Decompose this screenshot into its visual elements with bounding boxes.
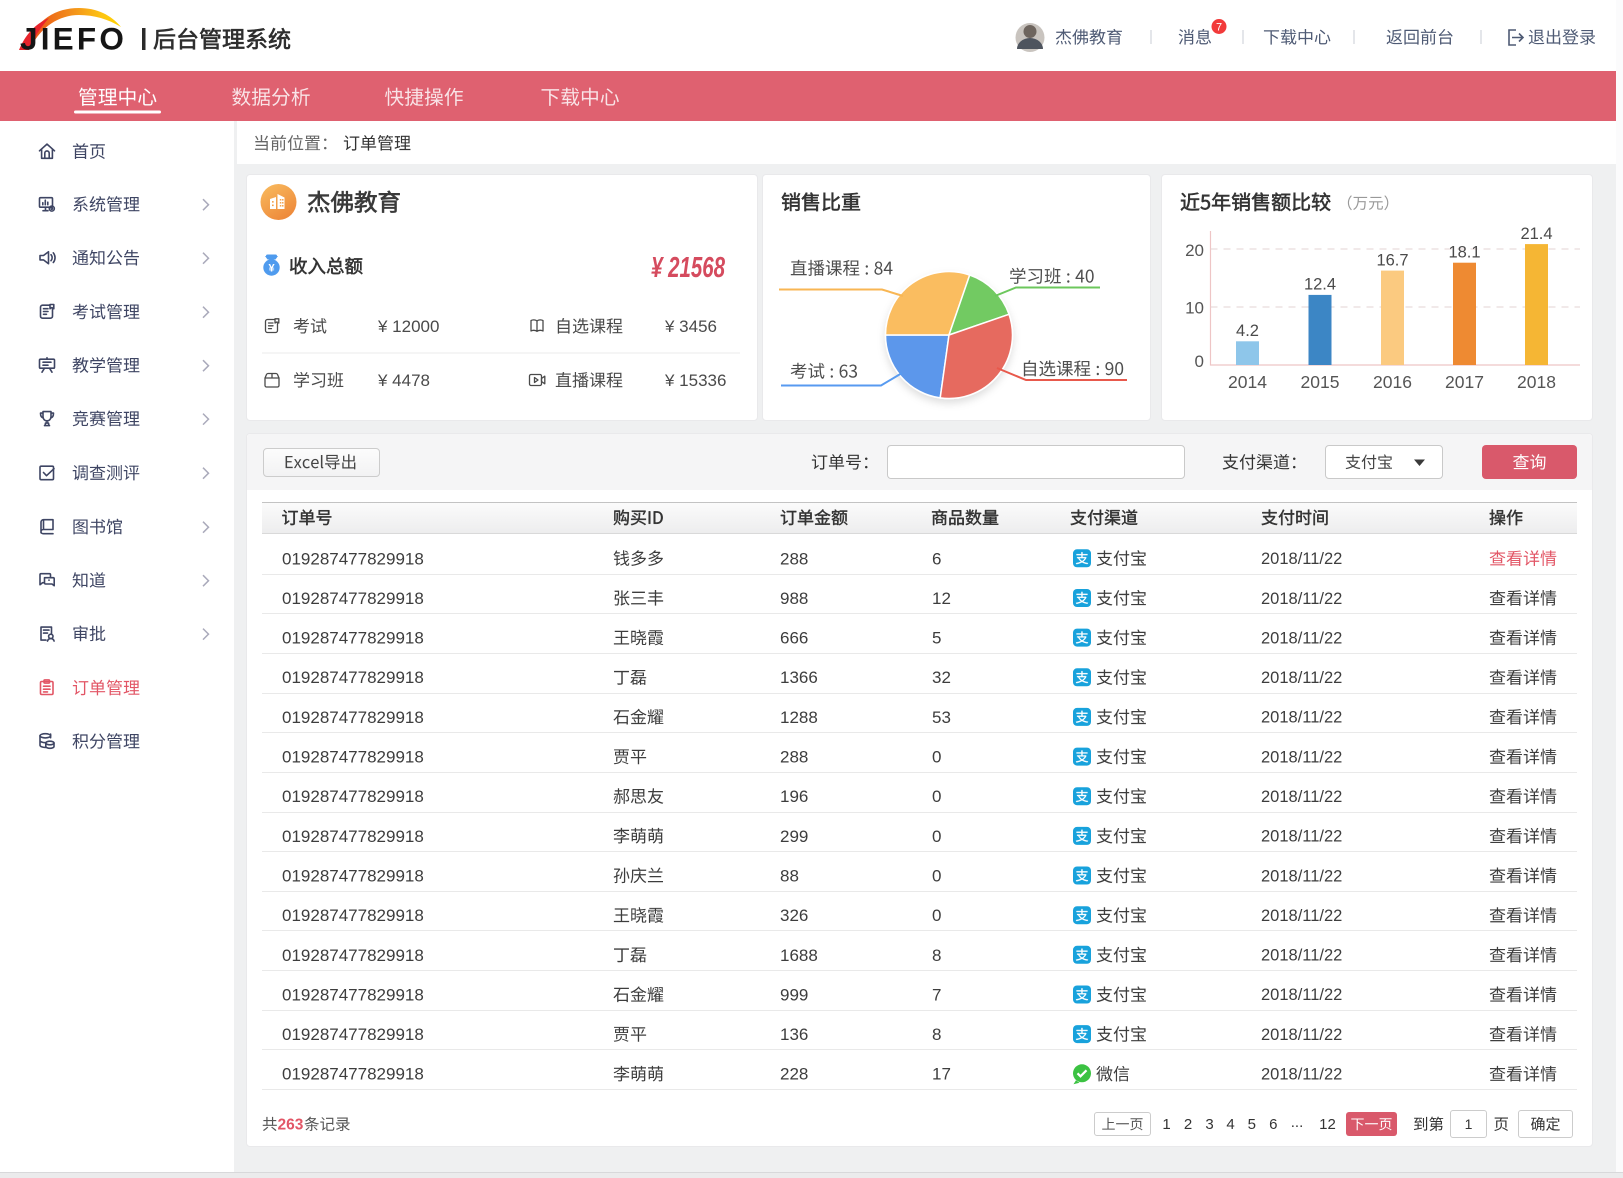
svg-text:12: 12: [1319, 1116, 1336, 1133]
svg-text:¥ 21568: ¥ 21568: [651, 252, 726, 284]
svg-text:8: 8: [932, 946, 941, 965]
svg-text:5: 5: [1248, 1116, 1256, 1133]
svg-text:2018/11/22: 2018/11/22: [1261, 590, 1342, 608]
svg-text:999: 999: [780, 985, 808, 1004]
svg-text:4: 4: [1226, 1116, 1234, 1133]
svg-text:326: 326: [780, 906, 808, 925]
svg-text:7: 7: [932, 985, 941, 1004]
svg-text:21.4: 21.4: [1520, 225, 1552, 243]
svg-text:019287477829918: 019287477829918: [282, 1025, 424, 1044]
svg-text:6: 6: [1269, 1116, 1277, 1133]
svg-text:¥ 3456: ¥ 3456: [664, 317, 717, 336]
svg-text:12.4: 12.4: [1304, 276, 1336, 294]
svg-text:019287477829918: 019287477829918: [282, 549, 424, 568]
svg-text:18.1: 18.1: [1448, 244, 1480, 262]
svg-text:32: 32: [932, 668, 951, 687]
svg-text:0: 0: [932, 787, 941, 806]
svg-text:1288: 1288: [780, 708, 818, 727]
svg-text:2018/11/22: 2018/11/22: [1261, 867, 1342, 885]
svg-text:2018/11/22: 2018/11/22: [1261, 669, 1342, 687]
svg-text:1: 1: [1465, 1116, 1473, 1132]
svg-text:2018/11/22: 2018/11/22: [1261, 788, 1342, 806]
svg-text:5: 5: [932, 629, 941, 648]
svg-text:¥ 15336: ¥ 15336: [664, 371, 726, 390]
svg-text:0: 0: [932, 827, 941, 846]
svg-text:019287477829918: 019287477829918: [282, 589, 424, 608]
svg-text:2018/11/22: 2018/11/22: [1261, 907, 1342, 925]
svg-text:2: 2: [1184, 1116, 1192, 1133]
svg-text:...: ...: [1291, 1114, 1304, 1131]
svg-text:17: 17: [932, 1065, 951, 1084]
svg-text:2018/11/22: 2018/11/22: [1261, 748, 1342, 766]
svg-text:019287477829918: 019287477829918: [282, 867, 424, 886]
svg-text:019287477829918: 019287477829918: [282, 708, 424, 727]
svg-text:228: 228: [780, 1065, 808, 1084]
svg-text:¥: ¥: [268, 262, 275, 274]
svg-text:1: 1: [1162, 1116, 1170, 1133]
svg-text:2014: 2014: [1228, 372, 1267, 392]
svg-text:2018/11/22: 2018/11/22: [1261, 986, 1342, 1004]
svg-text:2018/11/22: 2018/11/22: [1261, 550, 1342, 568]
svg-text:0: 0: [932, 867, 941, 886]
svg-text:019287477829918: 019287477829918: [282, 946, 424, 965]
svg-text:2017: 2017: [1445, 372, 1484, 392]
svg-text:2018: 2018: [1517, 372, 1556, 392]
svg-text:0: 0: [932, 748, 941, 767]
svg-text:019287477829918: 019287477829918: [282, 1065, 424, 1084]
svg-text:196: 196: [780, 787, 808, 806]
svg-text:7: 7: [1216, 21, 1222, 33]
svg-text:3: 3: [1205, 1116, 1213, 1133]
svg-text:0: 0: [1195, 352, 1204, 371]
svg-text:¥ 4478: ¥ 4478: [377, 371, 430, 390]
svg-text:2018/11/22: 2018/11/22: [1261, 947, 1342, 965]
svg-text:2015: 2015: [1301, 372, 1340, 392]
svg-text:263: 263: [278, 1116, 304, 1133]
svg-text:20: 20: [1185, 241, 1204, 260]
svg-text:¥ 12000: ¥ 12000: [377, 317, 439, 336]
svg-text:666: 666: [780, 629, 808, 648]
svg-text:2016: 2016: [1373, 372, 1412, 392]
svg-text:6: 6: [932, 549, 941, 568]
svg-text:988: 988: [780, 589, 808, 608]
svg-text:8: 8: [932, 1025, 941, 1044]
svg-text:019287477829918: 019287477829918: [282, 985, 424, 1004]
svg-text:4.2: 4.2: [1236, 322, 1259, 340]
svg-text:019287477829918: 019287477829918: [282, 668, 424, 687]
svg-text:2018/11/22: 2018/11/22: [1261, 1026, 1342, 1044]
svg-text:10: 10: [1185, 298, 1204, 317]
svg-text:288: 288: [780, 549, 808, 568]
svg-text:019287477829918: 019287477829918: [282, 906, 424, 925]
svg-text:136: 136: [780, 1025, 808, 1044]
svg-text:2018/11/22: 2018/11/22: [1261, 709, 1342, 727]
svg-text:JIEFO: JIEFO: [20, 21, 127, 57]
svg-text:1366: 1366: [780, 668, 818, 687]
svg-text:019287477829918: 019287477829918: [282, 629, 424, 648]
svg-text:53: 53: [932, 708, 951, 727]
svg-text:299: 299: [780, 827, 808, 846]
svg-text:0: 0: [932, 906, 941, 925]
svg-text:1688: 1688: [780, 946, 818, 965]
svg-text:2018/11/22: 2018/11/22: [1261, 1066, 1342, 1084]
svg-text:2018/11/22: 2018/11/22: [1261, 828, 1342, 846]
svg-text:288: 288: [780, 748, 808, 767]
svg-text:12: 12: [932, 589, 951, 608]
svg-text:16.7: 16.7: [1376, 251, 1408, 269]
svg-text:2018/11/22: 2018/11/22: [1261, 629, 1342, 647]
svg-text:88: 88: [780, 867, 799, 886]
svg-text:019287477829918: 019287477829918: [282, 748, 424, 767]
svg-text:019287477829918: 019287477829918: [282, 787, 424, 806]
svg-text:019287477829918: 019287477829918: [282, 827, 424, 846]
